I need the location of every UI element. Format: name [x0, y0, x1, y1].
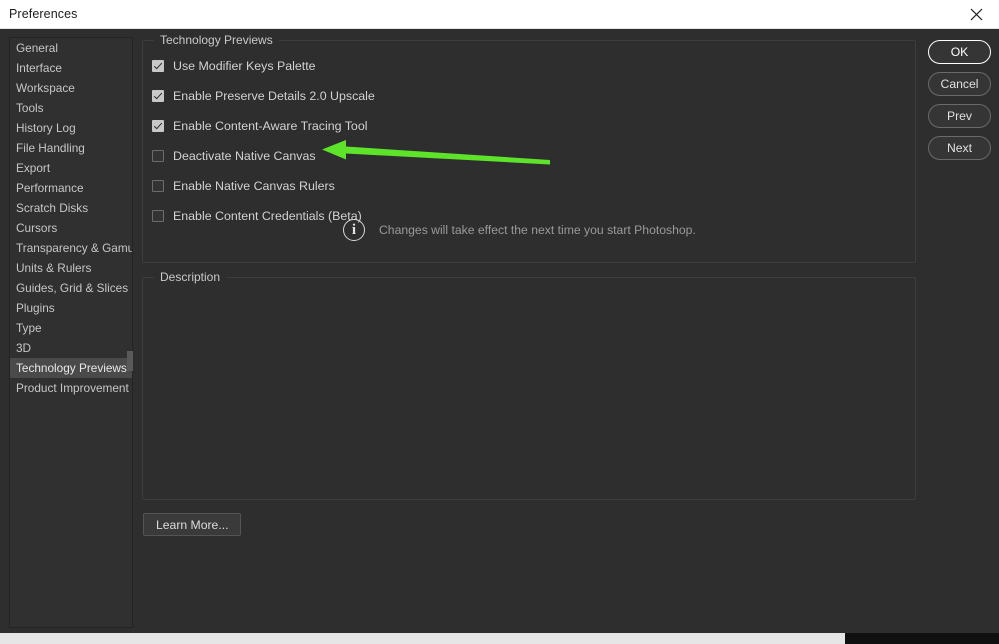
sidebar-item-export[interactable]: Export	[10, 158, 132, 178]
close-button[interactable]	[953, 0, 999, 29]
sidebar-scroll-marker[interactable]	[127, 351, 133, 371]
dialog-body: General Interface Workspace Tools Histor…	[0, 29, 999, 633]
sidebar-item-label: Scratch Disks	[16, 201, 89, 215]
checkbox-row-enable-preserve-details-2-0-upscale[interactable]: Enable Preserve Details 2.0 Upscale	[152, 87, 375, 105]
restart-notice: i Changes will take effect the next time…	[343, 219, 696, 241]
sidebar-item-technology-previews[interactable]: Technology Previews	[10, 358, 132, 378]
sidebar-item-label: General	[16, 41, 58, 55]
sidebar-item-label: Product Improvement	[16, 381, 129, 395]
checkbox-row-use-modifier-keys-palette[interactable]: Use Modifier Keys Palette	[152, 57, 316, 75]
sidebar-item-label: Tools	[16, 101, 44, 115]
sidebar-item-label: Cursors	[16, 221, 58, 235]
sidebar-item-label: Guides, Grid & Slices	[16, 281, 129, 295]
sidebar-item-file-handling[interactable]: File Handling	[10, 138, 132, 158]
info-circle-icon: i	[343, 219, 365, 241]
checkbox-label: Enable Native Canvas Rulers	[173, 179, 335, 193]
technology-previews-group: Technology Previews Use Modifier Keys Pa…	[142, 33, 916, 263]
checkbox-label: Enable Content Credentials (Beta)	[173, 209, 362, 223]
sidebar-item-label: Transparency & Gamut	[16, 241, 133, 255]
ok-button[interactable]: OK	[928, 40, 991, 64]
restart-notice-text: Changes will take effect the next time y…	[379, 223, 696, 237]
sidebar-item-transparency-gamut[interactable]: Transparency & Gamut	[10, 238, 132, 258]
sidebar-item-label: Plugins	[16, 301, 55, 315]
sidebar-item-plugins[interactable]: Plugins	[10, 298, 132, 318]
checkbox-label: Enable Content-Aware Tracing Tool	[173, 119, 368, 133]
checkbox-label: Deactivate Native Canvas	[173, 149, 316, 163]
window-title: Preferences	[9, 7, 78, 21]
preferences-category-list[interactable]: General Interface Workspace Tools Histor…	[9, 37, 133, 628]
sidebar-item-3d[interactable]: 3D	[10, 338, 132, 358]
sidebar-item-label: Export	[16, 161, 51, 175]
sidebar-item-interface[interactable]: Interface	[10, 58, 132, 78]
checkbox-label: Enable Preserve Details 2.0 Upscale	[173, 89, 375, 103]
sidebar-item-cursors[interactable]: Cursors	[10, 218, 132, 238]
close-x-icon	[970, 8, 983, 21]
checkbox-unchecked-icon[interactable]	[152, 180, 164, 192]
sidebar-item-label: Type	[16, 321, 42, 335]
sidebar-item-label: Technology Previews	[16, 361, 127, 375]
preferences-dialog: Preferences General Interface Workspace …	[0, 0, 999, 644]
sidebar-item-guides-grid-slices[interactable]: Guides, Grid & Slices	[10, 278, 132, 298]
checkbox-unchecked-icon[interactable]	[152, 210, 164, 222]
sidebar-item-tools[interactable]: Tools	[10, 98, 132, 118]
description-group: Description	[142, 270, 916, 500]
checkbox-row-deactivate-native-canvas[interactable]: Deactivate Native Canvas	[152, 147, 316, 165]
checkbox-label: Use Modifier Keys Palette	[173, 59, 316, 73]
sidebar-item-general[interactable]: General	[10, 38, 132, 58]
checkbox-checked-icon[interactable]	[152, 90, 164, 102]
checkbox-checked-icon[interactable]	[152, 60, 164, 72]
sidebar-item-label: Units & Rulers	[16, 261, 92, 275]
sidebar-item-label: 3D	[16, 341, 32, 355]
sidebar-item-label: Workspace	[16, 81, 75, 95]
technology-previews-group-title: Technology Previews	[154, 33, 279, 47]
checkbox-row-enable-content-credentials-beta[interactable]: Enable Content Credentials (Beta)	[152, 207, 362, 225]
checkbox-row-enable-native-canvas-rulers[interactable]: Enable Native Canvas Rulers	[152, 177, 335, 195]
sidebar-item-type[interactable]: Type	[10, 318, 132, 338]
sidebar-item-label: Interface	[16, 61, 62, 75]
sidebar-item-label: History Log	[16, 121, 76, 135]
next-button[interactable]: Next	[928, 136, 991, 160]
sidebar-item-performance[interactable]: Performance	[10, 178, 132, 198]
bottom-strip-dark-segment	[845, 633, 999, 644]
sidebar-item-product-improvement[interactable]: Product Improvement	[10, 378, 132, 398]
sidebar-item-units-rulers[interactable]: Units & Rulers	[10, 258, 132, 278]
sidebar-item-label: File Handling	[16, 141, 85, 155]
dialog-button-column: OK Cancel Prev Next	[928, 40, 991, 168]
sidebar-item-history-log[interactable]: History Log	[10, 118, 132, 138]
description-group-title: Description	[154, 270, 227, 284]
sidebar-item-workspace[interactable]: Workspace	[10, 78, 132, 98]
title-bar: Preferences	[0, 0, 999, 29]
checkbox-checked-icon[interactable]	[152, 120, 164, 132]
checkbox-row-enable-content-aware-tracing-tool[interactable]: Enable Content-Aware Tracing Tool	[152, 117, 367, 135]
cancel-button[interactable]: Cancel	[928, 72, 991, 96]
sidebar-item-scratch-disks[interactable]: Scratch Disks	[10, 198, 132, 218]
sidebar-item-label: Performance	[16, 181, 84, 195]
checkbox-unchecked-icon[interactable]	[152, 150, 164, 162]
prev-button[interactable]: Prev	[928, 104, 991, 128]
learn-more-button[interactable]: Learn More...	[143, 513, 242, 536]
